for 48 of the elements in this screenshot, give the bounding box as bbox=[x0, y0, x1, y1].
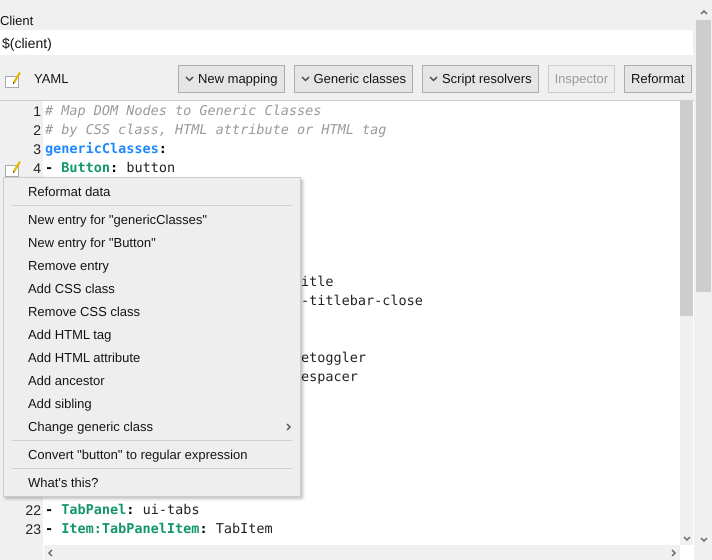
mode-label: YAML bbox=[34, 70, 70, 88]
menu-item[interactable]: New entry for "genericClasses" bbox=[4, 208, 300, 231]
menu-item[interactable]: Add CSS class bbox=[4, 277, 300, 300]
menu-item[interactable]: Remove CSS class bbox=[4, 300, 300, 323]
line-number: 2 bbox=[33, 121, 41, 140]
line-number: 4 bbox=[33, 159, 41, 178]
line-number: 23 bbox=[25, 520, 41, 539]
menu-item[interactable]: Add ancestor bbox=[4, 369, 300, 392]
code-line: genericClasses: bbox=[44, 140, 167, 160]
arrow-down-icon[interactable] bbox=[682, 536, 690, 542]
menu-item[interactable]: Convert "button" to regular expression bbox=[4, 443, 300, 466]
menu-item[interactable]: Add HTML tag bbox=[4, 323, 300, 346]
menu-item[interactable]: Add HTML attribute bbox=[4, 346, 300, 369]
code-line: - TabPanel: ui-tabs bbox=[44, 501, 200, 520]
code-line: espacer bbox=[301, 368, 359, 387]
toolbar-button[interactable]: New mapping bbox=[178, 64, 284, 92]
line-number: 3 bbox=[33, 140, 41, 159]
line-number: 22 bbox=[25, 501, 41, 520]
arrow-right-icon[interactable] bbox=[671, 548, 677, 556]
code-line: # Map DOM Nodes to Generic Classes bbox=[44, 102, 322, 122]
field-label: Client bbox=[0, 13, 34, 28]
code-line: itle bbox=[301, 273, 335, 292]
menu-item[interactable]: New entry for "Button" bbox=[4, 231, 300, 254]
line-number: 1 bbox=[33, 102, 41, 121]
arrow-up-icon[interactable] bbox=[700, 9, 708, 15]
menu-item[interactable]: Add sibling bbox=[4, 392, 300, 415]
caret-icon bbox=[185, 76, 194, 82]
menu-item[interactable]: What's this? bbox=[4, 471, 300, 494]
menu-item[interactable]: Reformat data bbox=[4, 180, 300, 203]
code-line: -titlebar-close bbox=[301, 292, 423, 311]
editor-scrollbar[interactable] bbox=[680, 101, 693, 545]
code-line: etoggler bbox=[301, 349, 368, 368]
caret-icon bbox=[428, 76, 438, 82]
horizontal-scrollbar[interactable] bbox=[44, 545, 680, 560]
arrow-down-icon[interactable] bbox=[700, 537, 708, 543]
menu-item[interactable]: Remove entry bbox=[4, 254, 300, 277]
toolbar-button[interactable]: Generic classes bbox=[294, 64, 413, 92]
arrow-left-icon[interactable] bbox=[47, 548, 53, 556]
client-field[interactable]: $(client) bbox=[0, 30, 693, 55]
code-line: - Button: button bbox=[44, 159, 176, 178]
bookmark-icon bbox=[5, 159, 23, 177]
toolbar-button[interactable]: Script resolvers bbox=[422, 64, 539, 92]
yaml-checkbox-icon bbox=[5, 70, 23, 88]
code-line: - Item:TabPanelItem: TabItem bbox=[44, 520, 273, 540]
caret-icon bbox=[300, 76, 310, 82]
code-line: # by CSS class, HTML attribute or HTML tag bbox=[44, 121, 386, 140]
menu-item[interactable]: Change generic class bbox=[4, 415, 300, 438]
toolbar-button[interactable]: Reformat bbox=[624, 64, 692, 92]
